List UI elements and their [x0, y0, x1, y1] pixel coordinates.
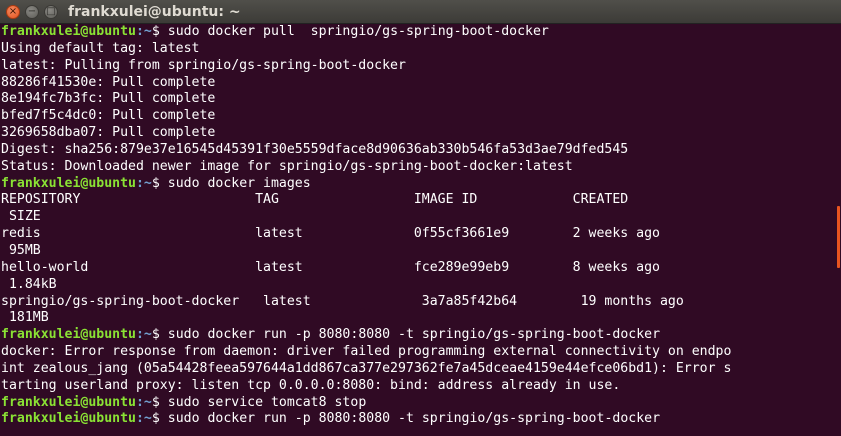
output-text: hello-world latest fce289e99eb9 8 weeks … — [1, 259, 660, 275]
output-line: 88286f41530e: Pull complete — [1, 75, 831, 92]
output-line: 181MB — [1, 310, 831, 327]
window-title: frankxulei@ubuntu: ~ — [68, 3, 241, 20]
output-text: Digest: sha256:879e37e16545d45391f30e555… — [1, 141, 629, 157]
output-line: 3269658dba07: Pull complete — [1, 125, 831, 142]
maximize-button[interactable]: □ — [44, 4, 58, 19]
output-line: Using default tag: latest — [1, 41, 831, 58]
command-line: frankxulei@ubuntu:~$ sudo docker run -p … — [1, 411, 831, 428]
output-line: 1.84kB — [1, 277, 831, 294]
output-text: tarting userland proxy: listen tcp 0.0.0… — [1, 377, 621, 393]
command-line: frankxulei@ubuntu:~$ sudo service tomcat… — [1, 395, 831, 412]
prompt-user: frankxulei@ubuntu — [1, 394, 136, 410]
output-text: 95MB — [1, 242, 41, 258]
title-bar[interactable]: × − □ frankxulei@ubuntu: ~ — [0, 0, 841, 24]
output-text: 1.84kB — [1, 276, 57, 292]
output-line: latest: Pulling from springio/gs-spring-… — [1, 58, 831, 75]
output-text: 181MB — [1, 310, 49, 326]
minimize-button[interactable]: − — [25, 4, 39, 19]
output-line: REPOSITORY TAG IMAGE ID CREATED — [1, 192, 831, 209]
output-line: Status: Downloaded newer image for sprin… — [1, 159, 831, 176]
output-line: bfed7f5c4dc0: Pull complete — [1, 108, 831, 125]
output-text: SIZE — [1, 209, 41, 225]
output-line: redis latest 0f55cf3661e9 2 weeks ago — [1, 226, 831, 243]
output-line: hello-world latest fce289e99eb9 8 weeks … — [1, 260, 831, 277]
prompt-path: :~ — [135, 327, 152, 343]
output-line: docker: Error response from daemon: driv… — [1, 344, 831, 361]
output-line: SIZE — [1, 209, 831, 226]
output-text: 3269658dba07: Pull complete — [1, 125, 216, 141]
prompt-user: frankxulei@ubuntu — [1, 411, 136, 427]
prompt-user: frankxulei@ubuntu — [1, 175, 136, 191]
prompt-path: :~ — [135, 394, 152, 410]
output-line: Digest: sha256:879e37e16545d45391f30e555… — [1, 142, 831, 159]
output-line: int zealous_jang (05a54428feea597644a1dd… — [1, 361, 831, 378]
output-line: tarting userland proxy: listen tcp 0.0.0… — [1, 378, 831, 395]
command-text: sudo docker images — [167, 175, 311, 191]
close-button[interactable]: × — [6, 4, 20, 19]
prompt-symbol: $ — [151, 411, 168, 427]
prompt-symbol: $ — [151, 24, 168, 39]
command-text: sudo docker pull springio/gs-spring-boot… — [167, 24, 549, 39]
command-text: sudo docker run -p 8080:8080 -t springio… — [167, 411, 661, 427]
command-line: frankxulei@ubuntu:~$ sudo docker pull sp… — [1, 24, 831, 41]
prompt-user: frankxulei@ubuntu — [1, 327, 136, 343]
prompt-user: frankxulei@ubuntu — [1, 24, 136, 39]
prompt-symbol: $ — [151, 175, 168, 191]
terminal-output[interactable]: frankxulei@ubuntu:~$ sudo docker pull sp… — [1, 24, 831, 428]
output-text: docker: Error response from daemon: driv… — [1, 344, 732, 360]
output-text: int zealous_jang (05a54428feea597644a1dd… — [1, 360, 732, 376]
scrollbar[interactable] — [837, 206, 840, 268]
prompt-symbol: $ — [151, 394, 168, 410]
output-text: Status: Downloaded newer image for sprin… — [1, 158, 573, 174]
prompt-path: :~ — [135, 175, 152, 191]
output-text: REPOSITORY TAG IMAGE ID CREATED — [1, 192, 629, 208]
output-line: 95MB — [1, 243, 831, 260]
prompt-symbol: $ — [151, 327, 168, 343]
terminal-window: × − □ frankxulei@ubuntu: ~ frankxulei@ub… — [0, 0, 841, 436]
prompt-path: :~ — [135, 411, 152, 427]
output-text: 8e194fc7b3fc: Pull complete — [1, 91, 216, 107]
prompt-path: :~ — [135, 24, 152, 39]
output-text: springio/gs-spring-boot-docker latest 3a… — [1, 293, 684, 309]
command-line: frankxulei@ubuntu:~$ sudo docker images — [1, 176, 831, 193]
output-text: bfed7f5c4dc0: Pull complete — [1, 108, 216, 124]
output-line: springio/gs-spring-boot-docker latest 3a… — [1, 294, 831, 311]
output-text: latest: Pulling from springio/gs-spring-… — [1, 57, 406, 73]
command-text: sudo service tomcat8 stop — [167, 394, 367, 410]
output-text: Using default tag: latest — [1, 40, 200, 56]
output-text: redis latest 0f55cf3661e9 2 weeks ago — [1, 226, 660, 242]
output-text: 88286f41530e: Pull complete — [1, 74, 216, 90]
command-text: sudo docker run -p 8080:8080 -t springio… — [167, 327, 661, 343]
output-line: 8e194fc7b3fc: Pull complete — [1, 91, 831, 108]
command-line: frankxulei@ubuntu:~$ sudo docker run -p … — [1, 327, 831, 344]
